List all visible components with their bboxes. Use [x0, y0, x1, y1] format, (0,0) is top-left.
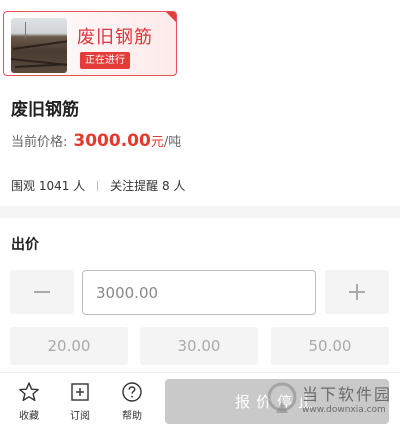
- watermark-text-en: www.downxia.com: [302, 405, 386, 415]
- thumbnail-post: [25, 22, 26, 39]
- price-label: 当前价格:: [11, 135, 68, 150]
- favorite-label: 收藏: [19, 411, 39, 422]
- status-badge: 正在进行: [80, 52, 130, 69]
- card-corner-marker: [165, 12, 176, 23]
- price-currency: 元: [150, 135, 164, 150]
- thumbnail-rod: [14, 63, 65, 68]
- help-button[interactable]: 帮助: [110, 381, 154, 422]
- watermark-text-cn: 当下软件园: [302, 385, 393, 404]
- minus-icon: [34, 291, 50, 293]
- bid-section-title: 出价: [11, 237, 39, 253]
- thumbnail-rod: [12, 40, 67, 50]
- reminders-count: 关注提醒 8 人: [110, 179, 186, 193]
- stats-row: 围观 1041 人 关注提醒 8 人: [11, 177, 185, 194]
- section-divider: [0, 206, 400, 218]
- plus-icon: [349, 284, 365, 300]
- product-title: 废旧钢筋: [11, 100, 79, 120]
- bid-amount-input[interactable]: [82, 270, 316, 315]
- site-watermark: 当下软件园 www.downxia.com: [266, 377, 394, 423]
- quick-increment-button[interactable]: 50.00: [271, 327, 389, 365]
- add-box-icon: [71, 383, 89, 401]
- subscribe-button[interactable]: 订阅: [58, 381, 102, 422]
- star-icon: [19, 382, 39, 402]
- card-title: 废旧钢筋: [77, 27, 153, 48]
- favorite-button[interactable]: 收藏: [7, 381, 51, 422]
- quick-increment-button[interactable]: 30.00: [140, 327, 258, 365]
- watchers-count: 围观 1041 人: [11, 179, 86, 193]
- price-row: 当前价格: 3000.00 元 /吨: [11, 131, 181, 155]
- item-thumbnail: [11, 18, 67, 73]
- decrease-bid-button[interactable]: [10, 270, 74, 314]
- quick-increment-button[interactable]: 20.00: [10, 327, 128, 365]
- stats-divider: [97, 180, 99, 191]
- price-per-unit: /吨: [163, 135, 182, 150]
- subscribe-label: 订阅: [70, 411, 90, 422]
- increase-bid-button[interactable]: [325, 270, 389, 314]
- auction-item-card[interactable]: 废旧钢筋 正在进行: [3, 11, 177, 76]
- price-value: 3000.00: [73, 131, 151, 151]
- help-icon: [122, 382, 142, 402]
- watermark-logo-icon: [267, 382, 297, 413]
- help-label: 帮助: [122, 411, 142, 422]
